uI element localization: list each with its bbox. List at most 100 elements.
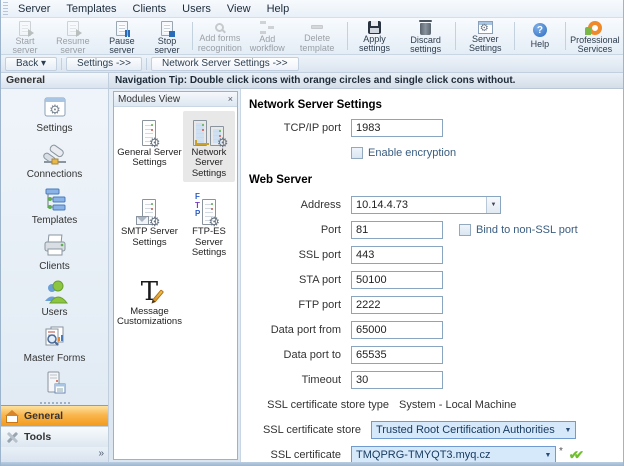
enable-encryption-checkbox[interactable] — [351, 147, 363, 159]
form-row: Data port from — [249, 321, 617, 339]
navigation-tip: Navigation Tip: Double click icons with … — [109, 73, 623, 89]
smtp-server-icon: ⚙ — [142, 193, 156, 225]
form-row: SSL certificate store Trusted Root Certi… — [249, 421, 617, 439]
module-message-customizations[interactable]: T Message Customizations — [116, 270, 183, 331]
toolbar-separator — [514, 22, 515, 50]
tcpip-port-input[interactable] — [351, 119, 443, 137]
section-title-web-server: Web Server — [249, 174, 617, 186]
toolbar-separator — [455, 22, 456, 50]
ftp-port-input[interactable] — [351, 296, 443, 314]
address-combo[interactable]: 10.14.4.73 ▼ — [351, 196, 501, 214]
start-server-icon — [19, 21, 31, 36]
port-input[interactable] — [351, 221, 443, 239]
add-workflow-button[interactable]: Add workflow — [244, 19, 291, 53]
toolbar-separator — [192, 22, 193, 50]
close-icon[interactable]: × — [228, 94, 233, 104]
breadcrumb-network-server-settings[interactable]: Network Server Settings ->> — [151, 57, 299, 71]
trash-icon — [420, 21, 431, 35]
resume-server-icon — [67, 21, 79, 36]
chevron-down-icon: ▾ — [41, 58, 46, 69]
form-row: Data port to — [249, 346, 617, 364]
magnifier-plus-icon — [215, 21, 224, 33]
pause-server-button[interactable]: Pause server — [99, 19, 145, 53]
chevron-down-icon[interactable]: ▼ — [561, 422, 575, 438]
clients-printer-icon — [41, 233, 69, 259]
delete-template-button[interactable]: Delete template — [291, 19, 344, 53]
ssl-certificate-combo[interactable]: TMQPRG-TMYQT3.myq.cz ▼ — [351, 446, 556, 462]
general-server-icon: ⚙ — [142, 114, 156, 146]
expand-chevrons-icon[interactable]: » — [98, 447, 104, 460]
toolbar-separator — [565, 22, 566, 50]
sidebar-item-master-forms[interactable]: Master Forms — [9, 323, 101, 367]
breadcrumb-settings[interactable]: Settings ->> — [66, 57, 142, 71]
sidebar-item-templates[interactable]: Templates — [9, 185, 101, 229]
breadcrumb-separator — [61, 58, 62, 70]
server-settings-button[interactable]: ⚙ Server Settings — [459, 19, 511, 53]
users-person-icon — [41, 279, 69, 305]
required-asterisk: * — [559, 446, 563, 457]
life-ring-icon — [588, 21, 602, 35]
connections-plug-icon — [41, 141, 69, 167]
menu-view[interactable]: View — [219, 2, 259, 16]
house-icon — [5, 410, 19, 423]
menu-clients[interactable]: Clients — [125, 2, 175, 16]
back-button[interactable]: Back ▾ — [5, 57, 57, 71]
section-title-network-server-settings: Network Server Settings — [249, 99, 617, 111]
minus-icon — [311, 21, 323, 33]
form-row: TCP/IP port — [249, 119, 617, 137]
ssl-port-input[interactable] — [351, 246, 443, 264]
workflow-icon — [260, 21, 274, 34]
network-server-icon: ⚙ — [193, 114, 224, 146]
settings-gear-window-icon: ⚙ — [41, 95, 69, 121]
form-row: Address 10.14.4.73 ▼ — [249, 196, 617, 214]
professional-services-button[interactable]: Professional Services — [569, 19, 621, 53]
sidebar-item-clients[interactable]: Clients — [9, 231, 101, 275]
modules-view-title: Modules View — [118, 94, 180, 105]
sidebar-item-log[interactable]: Log — [9, 369, 101, 400]
data-port-from-input[interactable] — [351, 321, 443, 339]
text-pencil-icon: T — [141, 273, 158, 305]
module-general-server-settings[interactable]: ⚙ General Server Settings — [116, 111, 183, 182]
bind-non-ssl-row: Bind to non-SSL port — [459, 224, 578, 236]
stop-server-icon — [161, 21, 173, 36]
menu-templates[interactable]: Templates — [58, 2, 124, 16]
chevron-down-icon[interactable]: ▼ — [541, 447, 555, 462]
discard-settings-button[interactable]: Discard settings — [399, 19, 453, 53]
tools-icon — [5, 431, 19, 444]
data-port-to-input[interactable] — [351, 346, 443, 364]
chevron-down-icon[interactable]: ▼ — [486, 197, 500, 213]
apply-settings-button[interactable]: Apply settings — [350, 19, 398, 53]
ssl-cert-store-combo[interactable]: Trusted Root Certification Authorities ▼ — [371, 421, 576, 439]
add-forms-recognition-button[interactable]: Add forms recognition — [196, 19, 244, 53]
window-bottom-edge — [1, 462, 623, 466]
timeout-input[interactable] — [351, 371, 443, 389]
bind-non-ssl-checkbox[interactable] — [459, 224, 471, 236]
sidebar-tab-tools[interactable]: Tools — [1, 426, 108, 447]
form-row: FTP port — [249, 296, 617, 314]
form-row: Port Bind to non-SSL port — [249, 221, 617, 239]
module-ftp-es-server-settings[interactable]: FTP ⚙ FTP-ES Server Settings — [183, 190, 235, 261]
valid-certificate-check-icon: ✔✔ — [569, 448, 579, 462]
menu-server[interactable]: Server — [10, 2, 58, 16]
sidebar-item-users[interactable]: Users — [9, 277, 101, 321]
sidebar-tab-general[interactable]: General — [1, 405, 108, 426]
start-server-button[interactable]: Start server — [3, 19, 47, 53]
menu-users[interactable]: Users — [174, 2, 219, 16]
sidebar-header: General — [1, 73, 108, 89]
sidebar-item-list: ⚙ Settings Connections Templates — [1, 89, 108, 400]
help-button[interactable]: ? Help — [518, 19, 562, 53]
sta-port-input[interactable] — [351, 271, 443, 289]
pause-server-icon — [116, 21, 128, 36]
form-row: SSL certificate store type System - Loca… — [249, 396, 617, 414]
sidebar-item-settings[interactable]: ⚙ Settings — [9, 93, 101, 137]
module-smtp-server-settings[interactable]: ⚙ SMTP Server Settings — [116, 190, 183, 261]
sidebar-item-connections[interactable]: Connections — [9, 139, 101, 183]
stop-server-button[interactable]: Stop server — [145, 19, 189, 53]
help-icon: ? — [533, 21, 547, 39]
resume-server-button[interactable]: Resume server — [47, 19, 99, 53]
form-row: STA port — [249, 271, 617, 289]
module-network-server-settings[interactable]: ⚙ Network Server Settings — [183, 111, 235, 182]
master-forms-documents-icon — [41, 325, 69, 351]
toolbar: Start server Resume server Pause server … — [1, 18, 623, 55]
menu-help[interactable]: Help — [259, 2, 298, 16]
